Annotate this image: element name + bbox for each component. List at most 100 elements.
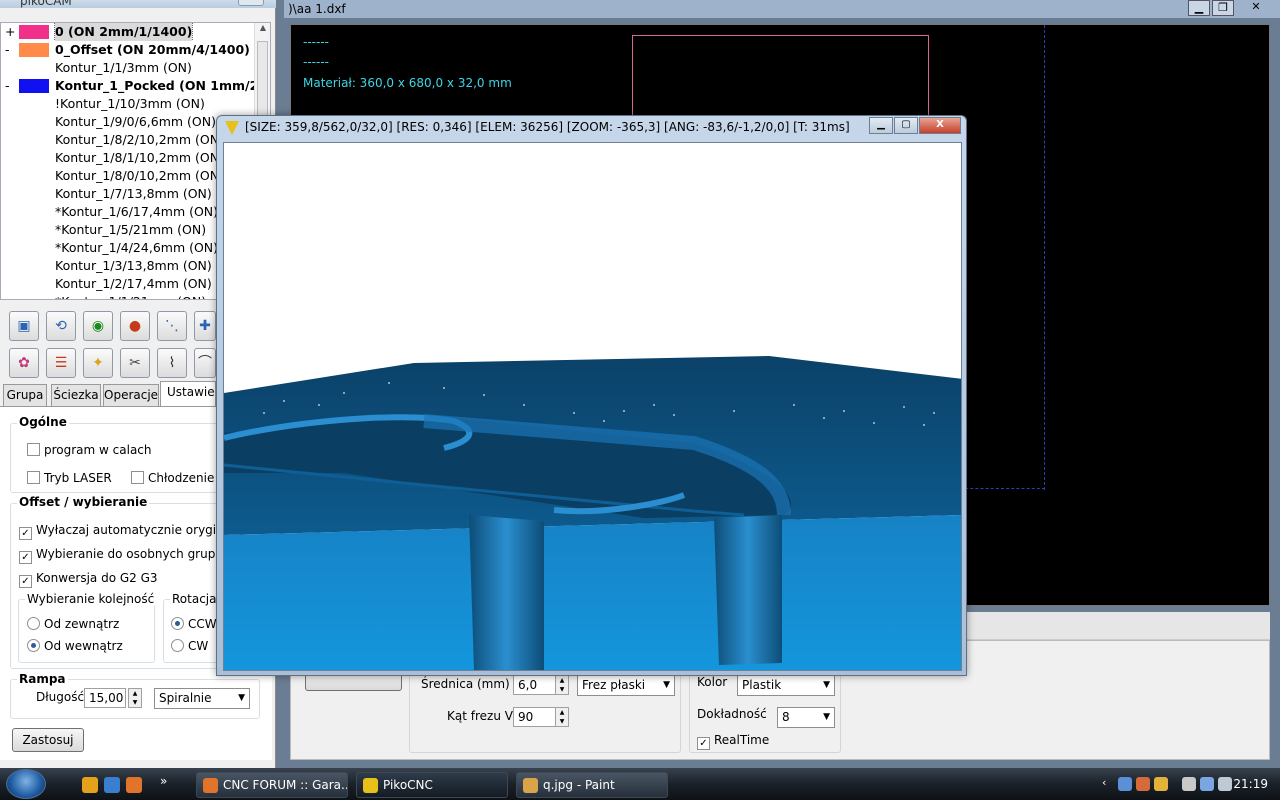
task-pikocnc[interactable]: PikoCNC <box>356 772 508 798</box>
layer-color-swatch <box>19 25 49 39</box>
srednica-spinner[interactable]: ▲ ▼ <box>555 675 569 695</box>
viewer-maximize-button[interactable]: ▢ <box>894 117 918 134</box>
close-button[interactable]: ✕ <box>1238 0 1274 16</box>
pikocnc-icon <box>225 121 239 135</box>
tree-item-label: Kontur_1/1/3mm (ON) <box>55 60 192 75</box>
wand-icon[interactable]: ✦ <box>83 348 113 378</box>
kolor-select[interactable]: Plastik ▼ <box>737 675 835 696</box>
tab-grupa[interactable]: Grupa <box>3 384 47 406</box>
chevron-down-icon: ▼ <box>663 680 670 690</box>
program-w-calach-checkbox[interactable]: program w calach <box>27 443 152 457</box>
tree-item[interactable]: Kontur_1/1/3mm (ON) <box>1 59 256 77</box>
tree-item-label: Kontur_1/9/0/6,6mm (ON) <box>55 114 216 129</box>
pikocam-close-button[interactable] <box>238 0 264 6</box>
stop-icon[interactable]: ● <box>120 311 150 341</box>
frez-type-select[interactable]: Frez płaski ▼ <box>577 675 675 696</box>
tab-operacje[interactable]: Operacje <box>103 384 159 406</box>
dokladnosc-label: Dokładność <box>697 707 767 721</box>
tab-ustawienia[interactable]: Ustawien <box>160 381 216 407</box>
tryb-laser-checkbox[interactable]: Tryb LASER <box>27 471 112 485</box>
start-button[interactable] <box>6 769 46 799</box>
quicklaunch-more-icon[interactable]: » <box>160 774 167 788</box>
color-icon[interactable]: ✿ <box>9 348 39 378</box>
tree-item-label: *Kontur_1/6/17,4mm (ON) <box>55 204 219 219</box>
dokladnosc-select[interactable]: 8 ▼ <box>777 707 835 728</box>
nodes-icon[interactable]: ⋱ <box>157 311 187 341</box>
scroll-up-icon[interactable]: ▲ <box>255 23 270 39</box>
dlugosc-spinner[interactable]: ▲ ▼ <box>128 688 142 708</box>
chevron-down-icon: ▼ <box>823 680 830 690</box>
clock[interactable]: 21:19 <box>1233 777 1268 791</box>
tree-item-label: Kontur_1/8/2/10,2mm (ON) <box>55 132 224 147</box>
dxf-boundary-vertical <box>1044 25 1045 490</box>
dxf-boundary-horizontal <box>960 488 1045 489</box>
ramp-icon[interactable]: ⌒ <box>194 348 216 378</box>
cut-icon[interactable]: ✂ <box>120 348 150 378</box>
wybieranie-grupy-checkbox[interactable]: ✓ Wybieranie do osobnych grup <box>19 547 215 564</box>
tree-expander-icon[interactable]: - <box>5 41 15 59</box>
tree-item[interactable]: +0 (ON 2mm/1/1400) <box>1 23 256 41</box>
tab-sciezka[interactable]: Ściezka <box>51 384 101 406</box>
tray-update-icon[interactable] <box>1154 777 1168 791</box>
tree-item-label: Kontur_1_Pocked (ON 1mm/2/14 <box>55 78 256 93</box>
zastosuj-button[interactable]: Zastosuj <box>12 728 84 752</box>
realtime-checkbox[interactable]: ✓ RealTime <box>697 733 769 750</box>
tree-item-label: *Kontur_1/5/21mm (ON) <box>55 222 207 237</box>
od-wewnatrz-radio[interactable]: Od wewnątrz <box>27 639 123 653</box>
quicklaunch-sun-icon[interactable] <box>82 777 98 793</box>
wylaczaj-checkbox[interactable]: ✓ Wyłaczaj automatycznie oryginał <box>19 523 235 540</box>
minimize-button[interactable]: ▁ <box>1188 0 1210 16</box>
dlugosc-label: Długość <box>36 690 85 704</box>
tray-display-icon[interactable] <box>1200 777 1214 791</box>
viewer-close-button[interactable]: X <box>919 117 961 134</box>
3d-render-view[interactable] <box>223 142 962 671</box>
tray-battery-icon[interactable] <box>1182 777 1196 791</box>
kat-frezu-spinner[interactable]: ▲ ▼ <box>555 707 569 727</box>
chlodzenie-checkbox[interactable]: Chłodzenie N <box>131 471 227 485</box>
srednica-input[interactable]: 6,0 <box>513 675 557 695</box>
generate-icon[interactable]: ◉ <box>83 311 113 341</box>
rampa-mode-select[interactable]: Spiralnie ▼ <box>154 688 250 709</box>
tree-expander-icon[interactable]: + <box>5 23 15 41</box>
dlugosc-input[interactable]: 15,00 <box>84 688 126 708</box>
quicklaunch-firefox-icon[interactable] <box>126 777 142 793</box>
reload-icon[interactable]: ⟲ <box>46 311 76 341</box>
main-title-bar: )\aa 1.dxf ▁ ❐ ✕ <box>284 0 1280 18</box>
group-ogolne-label: Ogólne <box>17 415 69 429</box>
kat-frezu-label: Kąt frezu V <box>447 709 513 723</box>
group-rampa-label: Rampa <box>17 672 68 686</box>
tray-network-icon[interactable] <box>1118 777 1132 791</box>
task-paint[interactable]: q.jpg - Paint <box>516 772 668 798</box>
align-icon[interactable]: ☰ <box>46 348 76 378</box>
od-zewnatrz-radio[interactable]: Od zewnątrz <box>27 617 119 631</box>
tray-expand-icon[interactable]: ‹ <box>1102 776 1106 789</box>
material-info: Materiał: 360,0 x 680,0 x 32,0 mm <box>303 76 512 90</box>
tray-app-icon[interactable] <box>1136 777 1150 791</box>
add-icon[interactable]: ✚ <box>194 311 216 341</box>
task-cnc-forum[interactable]: CNC FORUM :: Gara... <box>196 772 348 798</box>
restore-button[interactable]: ❐ <box>1212 0 1234 16</box>
kat-frezu-input[interactable]: 90 <box>513 707 557 727</box>
tree-item-label: Kontur_1/7/13,8mm (ON) <box>55 186 212 201</box>
layer-color-swatch <box>19 79 49 93</box>
tree-item-label: Kontur_1/8/0/10,2mm (ON) <box>55 168 224 183</box>
konwersja-checkbox[interactable]: ✓ Konwersja do G2 G3 <box>19 571 158 588</box>
path-icon[interactable]: ⌇ <box>157 348 187 378</box>
tree-item[interactable]: !Kontur_1/10/3mm (ON) <box>1 95 256 113</box>
pikocam-title: pikoCAM <box>20 0 72 8</box>
ccw-radio[interactable]: CCW <box>171 617 217 631</box>
tree-expander-icon[interactable]: - <box>5 77 15 95</box>
viewer-minimize-button[interactable]: ▁ <box>869 117 893 134</box>
kolor-label: Kolor <box>697 675 728 689</box>
save-icon[interactable]: ▣ <box>9 311 39 341</box>
simulation-window: [SIZE: 359,8/562,0/32,0] [RES: 0,346] [E… <box>216 115 967 676</box>
quicklaunch-desktop-icon[interactable] <box>104 777 120 793</box>
tree-item[interactable]: - 0_Offset (ON 20mm/4/1400) <box>1 41 256 59</box>
cw-radio[interactable]: CW <box>171 639 208 653</box>
tree-item-label: !Kontur_1/10/3mm (ON) <box>55 96 205 111</box>
dxf-text-dash-1: ------ <box>303 35 329 49</box>
tray-volume-icon[interactable] <box>1218 777 1232 791</box>
dxf-text-dash-2: ------ <box>303 55 329 69</box>
pikocnc-icon <box>363 778 378 793</box>
tree-item[interactable]: - Kontur_1_Pocked (ON 1mm/2/14 <box>1 77 256 95</box>
